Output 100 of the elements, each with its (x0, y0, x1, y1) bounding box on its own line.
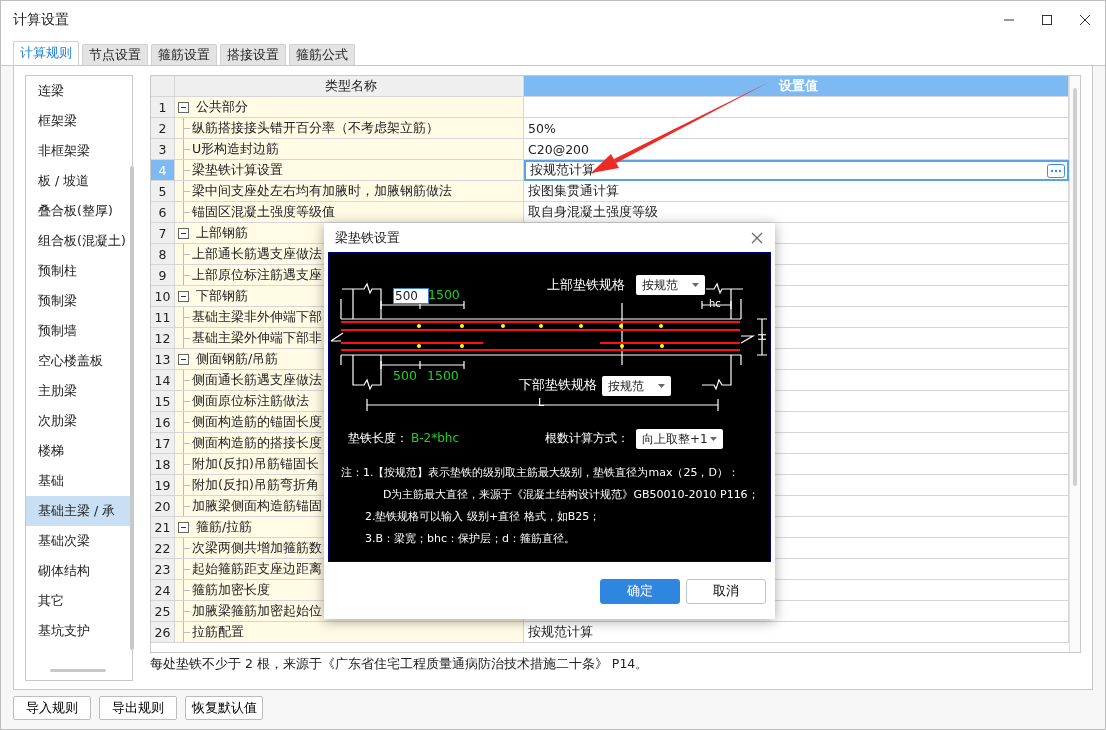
setting-name: 加腋梁侧面构造筋锚固 (192, 497, 322, 515)
setting-name: 侧面通长筋遇支座做法 (192, 371, 322, 389)
row-number: 8 (151, 244, 175, 265)
setting-name: 基础主梁外伸端下部非 (192, 329, 322, 347)
category-item[interactable]: 楼梯 (26, 436, 132, 466)
row-number: 13 (151, 349, 175, 370)
category-item[interactable]: 预制梁 (26, 286, 132, 316)
category-item[interactable]: 砌体结构 (26, 556, 132, 586)
setting-name: 箍筋加密长度 (192, 581, 270, 599)
close-icon[interactable] (751, 231, 763, 244)
row-number: 1 (151, 97, 175, 118)
pad-length-value: B-2*bhc (411, 430, 460, 446)
category-item[interactable]: 空心楼盖板 (26, 346, 132, 376)
category-item[interactable]: 预制柱 (26, 256, 132, 286)
category-item[interactable]: 叠合板(整厚) (26, 196, 132, 226)
spacing-input[interactable]: 500 (393, 288, 429, 304)
scrollbar[interactable] (130, 166, 134, 650)
collapse-icon[interactable] (178, 353, 189, 365)
category-item[interactable]: 基坑支护 (26, 616, 132, 646)
count-method-dropdown[interactable]: 向上取整+1 (636, 429, 723, 449)
dimension-label: hc (709, 298, 721, 310)
category-item[interactable]: 基础 (26, 466, 132, 496)
category-item[interactable]: 次肋梁 (26, 406, 132, 436)
category-item[interactable]: 非框架梁 (26, 136, 132, 166)
collapse-icon[interactable] (178, 521, 189, 533)
group-label: 下部钢筋 (196, 287, 248, 305)
group-label: 上部钢筋 (196, 224, 248, 242)
collapse-icon[interactable] (178, 101, 189, 113)
category-item[interactable]: 基础次梁 (26, 526, 132, 556)
table-cell: 按规范计算 (524, 622, 1069, 643)
scrollbar[interactable] (50, 669, 106, 672)
pad-length-label: 垫铁长度： (348, 430, 408, 447)
table-cell: 按图集贯通计算 (524, 181, 1069, 202)
group-label: 侧面钢筋/吊筋 (196, 350, 279, 368)
tab[interactable]: 搭接设置 (220, 44, 286, 65)
row-number: 14 (151, 370, 175, 391)
action-button[interactable]: 导出规则 (99, 696, 177, 720)
count-method-label: 根数计算方式： (545, 430, 629, 447)
row-number: 17 (151, 433, 175, 454)
value-field[interactable]: 按规范计算 (524, 160, 1069, 181)
note-text: 注：1.【按规范】表示垫铁的级别取主筋最大级别，垫铁直径为max（25，D）： (341, 465, 739, 481)
row-number: 16 (151, 412, 175, 433)
bottom-spec-label: 下部垫铁规格 (519, 376, 597, 394)
row-number: 5 (151, 181, 175, 202)
setting-name: 次梁两侧共增加箍筋数 (192, 539, 322, 557)
row-number: 11 (151, 307, 175, 328)
setting-name: 上部原位标注筋遇支座 (192, 266, 322, 284)
category-item[interactable]: 基础主梁 / 承 (26, 496, 132, 526)
setting-name: 梁中间支座处左右均有加腋时，加腋钢筋做法 (192, 182, 452, 200)
action-button[interactable]: 导入规则 (13, 696, 91, 720)
collapse-icon[interactable] (178, 290, 189, 302)
note-text: 2.垫铁规格可以输入 级别+直径 格式，如B25； (365, 509, 601, 525)
note-text: 3.B：梁宽；bhc：保护层；d：箍筋直径。 (365, 531, 576, 547)
category-item[interactable]: 组合板(混凝土) (26, 226, 132, 256)
caret-icon (692, 283, 699, 287)
maximize-icon[interactable] (1041, 14, 1053, 26)
action-button[interactable]: 恢复默认值 (185, 696, 263, 720)
dimension-label: H (754, 333, 767, 341)
setting-name: 纵筋搭接接头错开百分率（不考虑架立筋） (192, 119, 439, 137)
row-number: 19 (151, 475, 175, 496)
tab[interactable]: 计算规则 (13, 41, 79, 65)
header-cell (151, 76, 175, 97)
bottom-spec-dropdown[interactable]: 按规范 (602, 376, 671, 396)
row-number: 15 (151, 391, 175, 412)
category-item[interactable]: 板 / 坡道 (26, 166, 132, 196)
close-icon[interactable] (1079, 14, 1091, 26)
cancel-button[interactable]: 取消 (686, 579, 766, 604)
row-number: 4 (151, 160, 175, 181)
dimension-label: L (538, 397, 545, 409)
row-number: 3 (151, 139, 175, 160)
setting-name: 基础主梁非外伸端下部 (192, 308, 322, 326)
column-header: 设置值 (524, 76, 1069, 97)
dialog-title: 梁垫铁设置 (335, 228, 400, 247)
tab[interactable]: 箍筋设置 (151, 44, 217, 65)
row-number: 18 (151, 454, 175, 475)
setting-name: 侧面原位标注筋做法 (192, 392, 309, 410)
window-title: 计算设置 (13, 11, 69, 29)
top-spec-dropdown[interactable]: 按规范 (636, 275, 705, 295)
category-item[interactable]: 预制墙 (26, 316, 132, 346)
note-text: D为主筋最大直径，来源于《混凝土结构设计规范》GB50010-2010 P116； (383, 487, 759, 503)
row-number: 2 (151, 118, 175, 139)
setting-name: 侧面构造筋的搭接长度 (192, 434, 322, 452)
category-item[interactable]: 其它 (26, 586, 132, 616)
tab[interactable]: 箍筋公式 (289, 44, 355, 65)
category-item[interactable]: 主肋梁 (26, 376, 132, 406)
row-number: 24 (151, 580, 175, 601)
top-spec-label: 上部垫铁规格 (547, 276, 625, 294)
group-label: 公共部分 (196, 98, 248, 116)
row-number: 7 (151, 223, 175, 244)
more-icon[interactable] (1047, 164, 1065, 178)
setting-name: 锚固区混凝土强度等级值 (192, 203, 335, 221)
confirm-button[interactable]: 确定 (600, 579, 680, 604)
category-item[interactable]: 框架梁 (26, 106, 132, 136)
category-item[interactable]: 连梁 (26, 76, 132, 106)
tab[interactable]: 节点设置 (82, 44, 148, 65)
row-number: 22 (151, 538, 175, 559)
collapse-icon[interactable] (178, 227, 189, 239)
column-header: 类型名称 (175, 76, 524, 97)
dimension-value: 1500 (428, 287, 460, 302)
scrollbar[interactable] (1069, 76, 1080, 652)
